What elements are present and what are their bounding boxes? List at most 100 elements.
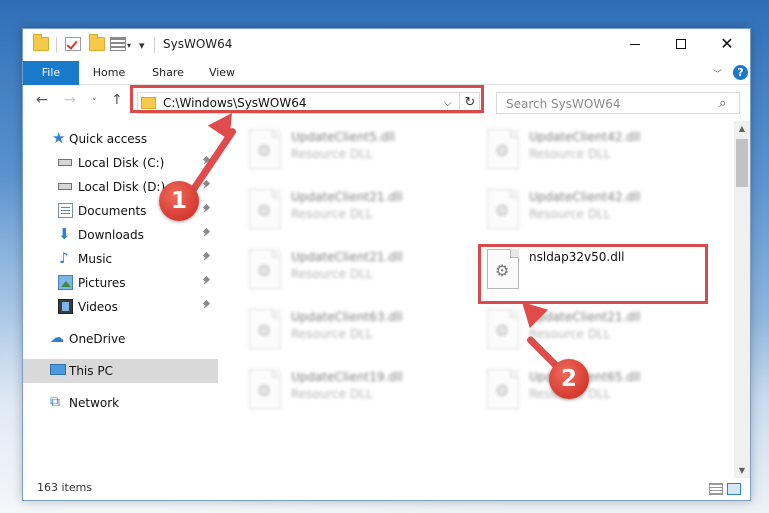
tab-home[interactable]: Home [84, 61, 134, 85]
sidebar-item-pictures[interactable]: Pictures [23, 271, 218, 295]
sidebar-item-label: Documents [78, 204, 147, 218]
file-name: UpdateClient19.dll [291, 370, 403, 384]
dll-file-icon: ⚙ [249, 249, 281, 289]
scroll-up-button[interactable]: ▲ [734, 121, 750, 137]
gear-icon: ⚙ [257, 321, 272, 340]
dll-file-icon: ⚙ [249, 189, 281, 229]
gear-icon: ⚙ [257, 201, 272, 220]
dll-file-icon: ⚙ [487, 309, 519, 349]
file-item[interactable]: ⚙ UpdateClient42.dll Resource DLL [483, 125, 713, 179]
up-button[interactable]: ↑ [111, 93, 123, 107]
file-item[interactable]: ⚙ UpdateClient21.dll Resource DLL [245, 245, 475, 299]
file-type: Resource DLL [291, 147, 373, 161]
expand-ribbon-icon[interactable]: ﹀ [713, 67, 722, 80]
file-item[interactable]: ⚙ UpdateClient42.dll Resource DLL [483, 185, 713, 239]
download-arrow-icon: ⬇ [58, 225, 71, 243]
gear-icon: ⚙ [257, 141, 272, 160]
search-icon: ⌕ [719, 96, 727, 111]
gear-icon: ⚙ [495, 141, 510, 160]
pin-icon[interactable] [203, 205, 211, 213]
customize-quick-access-icon[interactable]: ▾ [139, 39, 145, 52]
file-highlight [478, 244, 708, 304]
vertical-scrollbar[interactable]: ▲ ▼ [734, 121, 750, 479]
dll-file-icon: ⚙ [249, 129, 281, 169]
search-placeholder: Search SysWOW64 [506, 97, 621, 111]
pin-icon[interactable] [203, 181, 211, 189]
file-item[interactable]: ⚙ UpdateClient63.dll Resource DLL [245, 305, 475, 359]
window-title: SysWOW64 [163, 37, 233, 51]
dll-file-icon: ⚙ [249, 309, 281, 349]
dll-file-icon: ⚙ [487, 369, 519, 409]
sidebar-item-this-pc[interactable]: This PC [23, 359, 218, 383]
tab-share[interactable]: Share [144, 61, 192, 85]
recent-locations-button[interactable]: ˅ [92, 96, 97, 110]
toolbar-separator [56, 37, 57, 53]
network-icon: ⧉ [50, 394, 60, 410]
sidebar-item-label: Music [78, 252, 113, 266]
sidebar-item-label: Videos [78, 300, 118, 314]
gear-icon: ⚙ [495, 321, 510, 340]
status-bar: 163 items [23, 478, 750, 500]
sidebar-item-music[interactable]: ♪ Music [23, 247, 218, 271]
sidebar-item-label: Network [69, 396, 120, 410]
pin-icon[interactable] [203, 301, 211, 309]
file-type: Resource DLL [529, 147, 611, 161]
sidebar-item-local-disk-c[interactable]: Local Disk (C:) [23, 151, 218, 175]
cloud-icon: ☁ [50, 330, 64, 346]
pin-icon[interactable] [203, 229, 211, 237]
ribbon-tabs: File Home Share View ﹀ ? [23, 61, 750, 85]
scroll-down-button[interactable]: ▼ [734, 463, 750, 479]
maximize-button[interactable] [658, 29, 704, 59]
sidebar-item-onedrive[interactable]: ☁ OneDrive [23, 327, 218, 351]
new-folder-icon[interactable] [89, 34, 105, 51]
pin-icon[interactable] [203, 253, 211, 261]
back-button[interactable]: ← [36, 93, 48, 107]
step-badge-2: 2 [549, 359, 589, 399]
scroll-thumb[interactable] [736, 139, 748, 187]
pin-icon[interactable] [203, 277, 211, 285]
file-name: UpdateClient63.dll [291, 310, 403, 324]
folder-icon [33, 34, 49, 51]
file-item[interactable]: ⚙ UpdateClient65.dll Resource DLL [483, 365, 713, 419]
minimize-button[interactable] [612, 29, 658, 59]
search-input[interactable]: Search SysWOW64 ⌕ [496, 92, 740, 114]
details-view-icon[interactable] [709, 483, 723, 495]
chevron-down-icon[interactable]: ▾ [127, 41, 131, 50]
large-icons-view-icon[interactable] [727, 483, 741, 495]
file-item[interactable]: ⚙ UpdateClient19.dll Resource DLL [245, 365, 475, 419]
sidebar-item-videos[interactable]: Videos [23, 295, 218, 319]
sidebar-item-network[interactable]: ⧉ Network [23, 391, 218, 415]
maximize-icon [676, 39, 686, 49]
star-icon: ★ [52, 129, 66, 147]
video-film-icon [58, 299, 73, 314]
close-button[interactable]: ✕ [704, 29, 750, 59]
gear-icon: ⚙ [257, 381, 272, 400]
documents-icon [58, 203, 73, 218]
drive-icon [58, 159, 72, 166]
drive-icon [58, 183, 72, 190]
sidebar-item-label: This PC [69, 364, 113, 378]
properties-icon[interactable] [65, 37, 81, 51]
tab-view[interactable]: View [199, 61, 245, 85]
view-icon[interactable] [110, 37, 126, 51]
file-item[interactable]: ⚙ UpdateClient5.dll Resource DLL [245, 125, 475, 179]
file-item[interactable]: ⚙ UpdateClient21.dll Resource DLL [245, 185, 475, 239]
title-bar: ▾ ▾ SysWOW64 ✕ [23, 29, 750, 61]
sidebar-item-downloads[interactable]: ⬇ Downloads [23, 223, 218, 247]
file-name: UpdateClient42.dll [529, 190, 641, 204]
gear-icon: ⚙ [495, 381, 510, 400]
sidebar-item-quick-access[interactable]: ★ Quick access [23, 127, 218, 151]
forward-button[interactable]: → [64, 93, 76, 107]
minimize-icon [630, 43, 640, 45]
sidebar-item-label: Pictures [78, 276, 126, 290]
tab-file[interactable]: File [23, 61, 79, 85]
close-icon: ✕ [720, 34, 734, 53]
file-type: Resource DLL [291, 327, 373, 341]
music-note-icon: ♪ [59, 249, 69, 267]
pictures-icon [58, 275, 73, 290]
file-type: Resource DLL [291, 207, 373, 221]
gear-icon: ⚙ [257, 261, 272, 280]
help-icon[interactable]: ? [733, 65, 748, 80]
computer-icon [50, 364, 66, 375]
navigation-pane: ★ Quick access Local Disk (C:) Local Dis… [23, 121, 218, 477]
